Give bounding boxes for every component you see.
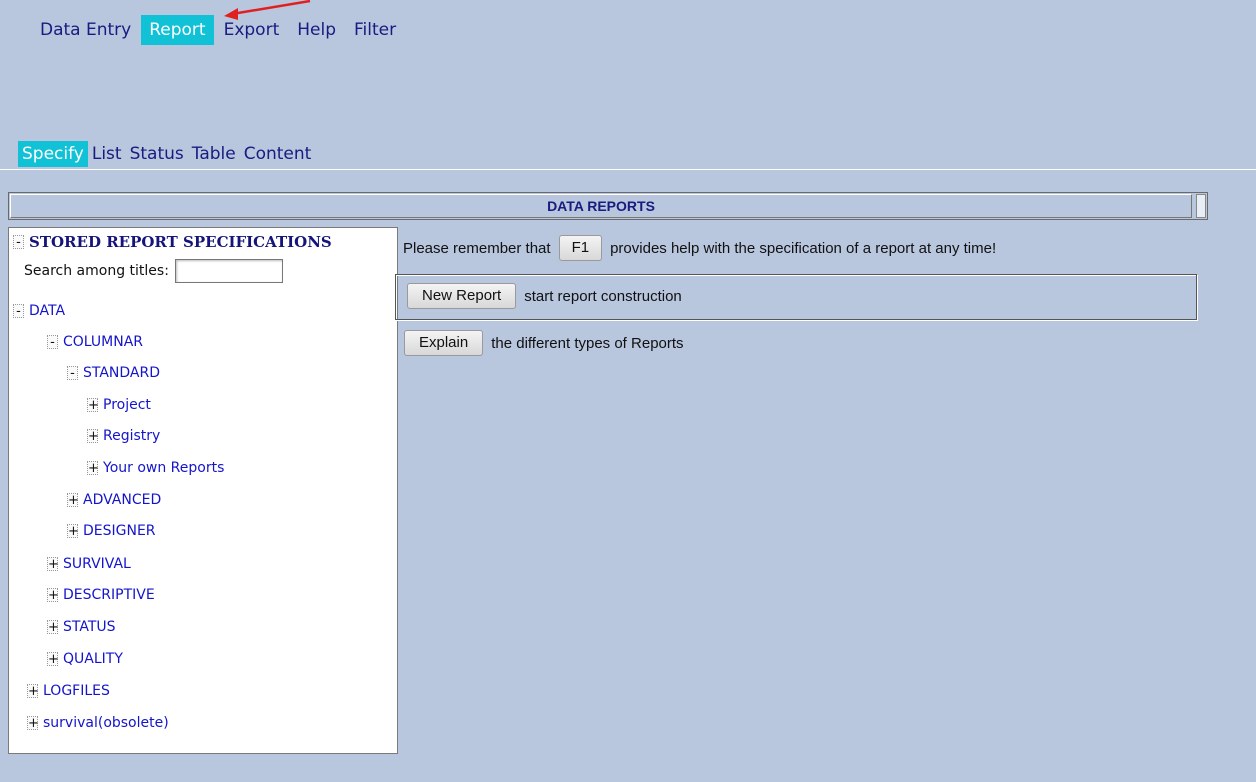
collapse-toggle-icon[interactable]: - xyxy=(13,304,24,318)
tree-item-label[interactable]: QUALITY xyxy=(63,651,123,667)
tree-item-label[interactable]: survival(obsolete) xyxy=(43,715,169,731)
tree-item-label[interactable]: Registry xyxy=(103,428,160,444)
tree-item-survival[interactable]: + SURVIVAL xyxy=(47,553,131,575)
tree-item-standard[interactable]: - STANDARD xyxy=(67,362,160,384)
expand-toggle-icon[interactable]: + xyxy=(47,652,59,666)
tree-item-advanced[interactable]: + ADVANCED xyxy=(67,489,161,511)
search-input[interactable] xyxy=(174,259,283,283)
tree-item-quality[interactable]: + QUALITY xyxy=(47,648,123,670)
tree-item-label[interactable]: COLUMNAR xyxy=(63,334,143,350)
explain-row: Explain the different types of Reports xyxy=(404,330,684,356)
tab-list[interactable]: List xyxy=(88,141,126,167)
tree-item-survival-obsolete[interactable]: + survival(obsolete) xyxy=(27,712,169,734)
expand-toggle-icon[interactable]: + xyxy=(87,398,99,412)
collapse-toggle-icon[interactable]: - xyxy=(67,366,78,380)
tree-item-columnar[interactable]: - COLUMNAR xyxy=(47,331,143,353)
reminder-text: Please remember that xyxy=(403,239,551,257)
tree-item-registry[interactable]: + Registry xyxy=(87,425,160,447)
new-report-row: New Report start report construction xyxy=(407,283,682,309)
expand-toggle-icon[interactable]: + xyxy=(27,684,39,698)
tree-item-label[interactable]: DATA xyxy=(29,303,65,319)
tree-item-label[interactable]: DESIGNER xyxy=(83,523,156,539)
collapse-toggle-icon[interactable]: - xyxy=(13,235,24,249)
tab-content[interactable]: Content xyxy=(240,141,316,167)
top-menu: Data Entry Report Export Help Filter xyxy=(32,14,406,46)
tree-item-label[interactable]: ADVANCED xyxy=(83,492,161,508)
tab-specify[interactable]: Specify xyxy=(18,141,88,167)
expand-toggle-icon[interactable]: + xyxy=(47,588,59,602)
menu-filter[interactable]: Filter xyxy=(346,15,404,45)
tree-item-label[interactable]: LOGFILES xyxy=(43,683,110,699)
tree-item-descriptive[interactable]: + DESCRIPTIVE xyxy=(47,584,155,606)
expand-toggle-icon[interactable]: + xyxy=(47,620,59,634)
tree-item-data[interactable]: - DATA xyxy=(13,300,65,322)
banner-handle[interactable] xyxy=(1196,194,1206,218)
new-report-description: start report construction xyxy=(524,287,682,305)
tree-item-label[interactable]: DESCRIPTIVE xyxy=(63,587,155,603)
tree-item-project[interactable]: + Project xyxy=(87,394,151,416)
new-report-button[interactable]: New Report xyxy=(407,283,517,309)
tree-item-label[interactable]: Your own Reports xyxy=(103,460,224,476)
tree-item-label[interactable]: STANDARD xyxy=(83,365,160,381)
f1-help-button[interactable]: F1 xyxy=(558,235,603,261)
divider xyxy=(0,169,1256,170)
tab-status[interactable]: Status xyxy=(126,141,188,167)
page-title: DATA REPORTS xyxy=(10,194,1192,218)
search-row: Search among titles: xyxy=(24,259,283,283)
expand-toggle-icon[interactable]: + xyxy=(87,461,99,475)
explain-description: the different types of Reports xyxy=(491,334,684,352)
reminder-text-after: provides help with the specification of … xyxy=(610,239,997,257)
sub-menu: Specify List Status Table Content xyxy=(18,140,315,168)
explain-button[interactable]: Explain xyxy=(404,330,484,356)
tree-item-your-own-reports[interactable]: + Your own Reports xyxy=(87,457,224,479)
expand-toggle-icon[interactable]: + xyxy=(87,429,99,443)
menu-report[interactable]: Report xyxy=(141,15,214,45)
expand-toggle-icon[interactable]: + xyxy=(27,716,39,730)
tree-item-label[interactable]: STATUS xyxy=(63,619,116,635)
search-label: Search among titles: xyxy=(24,263,169,279)
expand-toggle-icon[interactable]: + xyxy=(67,524,79,538)
tree-item-logfiles[interactable]: + LOGFILES xyxy=(27,680,110,702)
tab-table[interactable]: Table xyxy=(188,141,240,167)
panel-header: - STORED REPORT SPECIFICATIONS xyxy=(13,233,332,251)
panel-title: STORED REPORT SPECIFICATIONS xyxy=(29,233,332,251)
menu-help[interactable]: Help xyxy=(289,15,344,45)
stored-specs-panel: - STORED REPORT SPECIFICATIONS Search am… xyxy=(8,227,398,754)
help-reminder: Please remember that F1 provides help wi… xyxy=(403,235,996,261)
collapse-toggle-icon[interactable]: - xyxy=(47,335,58,349)
tree-item-status[interactable]: + STATUS xyxy=(47,616,116,638)
menu-export[interactable]: Export xyxy=(216,15,288,45)
expand-toggle-icon[interactable]: + xyxy=(47,557,59,571)
menu-data-entry[interactable]: Data Entry xyxy=(32,15,139,45)
tree-item-label[interactable]: Project xyxy=(103,397,151,413)
tree-item-label[interactable]: SURVIVAL xyxy=(63,556,131,572)
tree-item-designer[interactable]: + DESIGNER xyxy=(67,520,156,542)
expand-toggle-icon[interactable]: + xyxy=(67,493,79,507)
